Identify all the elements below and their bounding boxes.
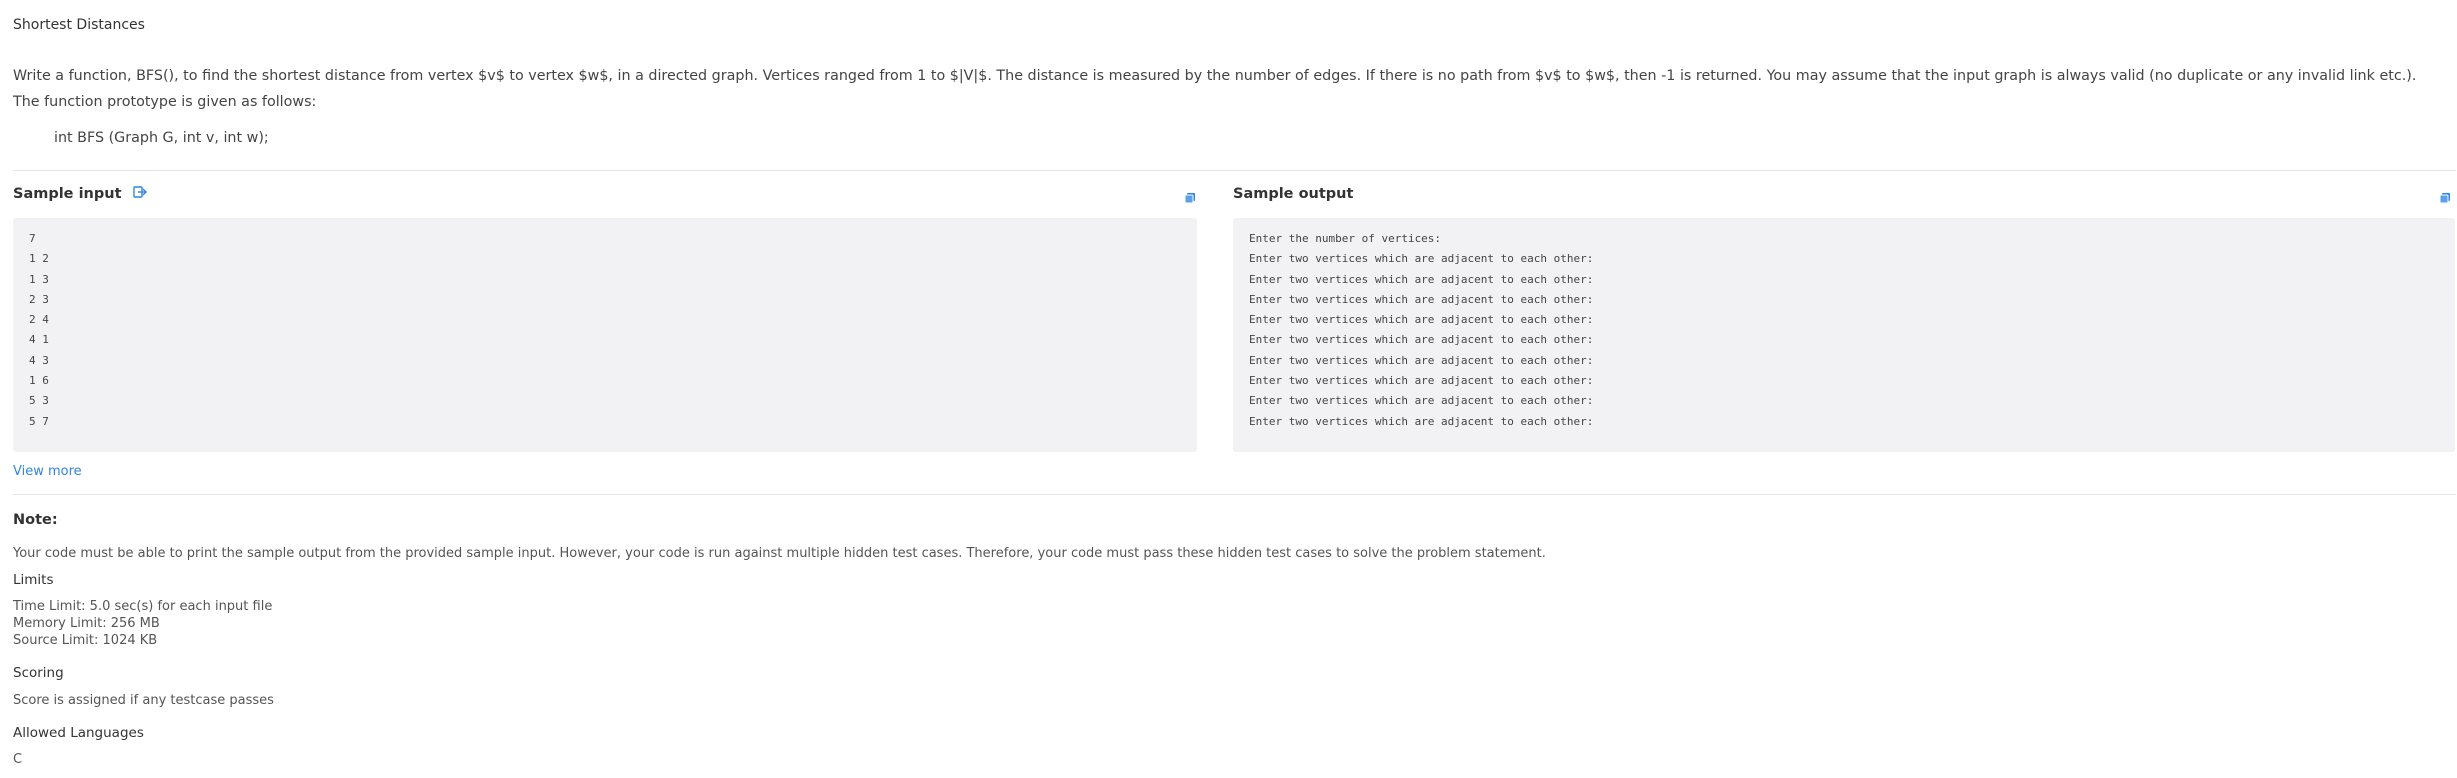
sample-output-heading: Sample output — [1233, 186, 1353, 202]
sample-input-label: Sample input — [13, 186, 122, 202]
output-line: Enter two vertices which are adjacent to… — [1249, 374, 1594, 388]
source-limit: Source Limit: 1024 KB — [13, 633, 158, 648]
memory-limit: Memory Limit: 256 MB — [13, 616, 160, 631]
input-line: 2 4 — [29, 313, 49, 327]
input-line: 5 7 — [29, 414, 49, 428]
input-line: 4 3 — [29, 353, 49, 367]
limits-heading: Limits — [13, 572, 54, 588]
input-line: 2 3 — [29, 292, 49, 306]
copy-output-icon[interactable] — [2439, 189, 2451, 204]
scoring-heading: Scoring — [13, 665, 64, 681]
problem-page: Shortest Distances Write a function, BFS… — [0, 0, 2457, 778]
sample-input-panel: 7 1 2 1 3 2 3 2 4 4 1 4 3 1 6 5 3 5 7 — [13, 218, 1197, 452]
divider — [13, 170, 2456, 171]
time-limit: Time Limit: 5.0 sec(s) for each input fi… — [13, 599, 273, 614]
sample-output-label: Sample output — [1233, 186, 1354, 202]
input-line: 4 1 — [29, 333, 49, 347]
languages-heading: Allowed Languages — [13, 725, 144, 741]
output-line: Enter two vertices which are adjacent to… — [1249, 292, 1594, 306]
problem-title: Shortest Distances — [13, 17, 145, 33]
note-text: Your code must be able to print the samp… — [13, 546, 1546, 561]
copy-input-icon[interactable] — [1184, 189, 1196, 204]
note-heading: Note: — [13, 512, 58, 528]
output-line: Enter two vertices which are adjacent to… — [1249, 394, 1594, 408]
output-line: Enter two vertices which are adjacent to… — [1249, 313, 1594, 327]
function-prototype: int BFS (Graph G, int v, int w); — [54, 130, 269, 146]
languages-text: C — [13, 752, 23, 767]
output-line: Enter two vertices which are adjacent to… — [1249, 414, 1594, 428]
view-more-link[interactable]: View more — [13, 464, 82, 479]
output-line: Enter the number of vertices: — [1249, 232, 1442, 245]
divider — [13, 494, 2456, 495]
output-line: Enter two vertices which are adjacent to… — [1249, 272, 1594, 286]
input-line: 5 3 — [29, 394, 49, 408]
input-line: 1 6 — [29, 374, 49, 388]
output-line: Enter two vertices which are adjacent to… — [1249, 252, 1594, 266]
output-line: Enter two vertices which are adjacent to… — [1249, 333, 1594, 347]
input-line: 1 2 — [29, 252, 49, 266]
problem-description: Write a function, BFS(), to find the sho… — [13, 68, 2417, 110]
open-in-editor-icon[interactable] — [132, 186, 147, 202]
input-line: 7 — [29, 232, 36, 245]
sample-input-heading: Sample input — [13, 186, 147, 202]
scoring-text: Score is assigned if any testcase passes — [13, 693, 274, 708]
input-line: 1 3 — [29, 272, 49, 286]
output-line: Enter two vertices which are adjacent to… — [1249, 353, 1594, 367]
sample-output-panel: Enter the number of vertices: Enter two … — [1233, 218, 2455, 452]
